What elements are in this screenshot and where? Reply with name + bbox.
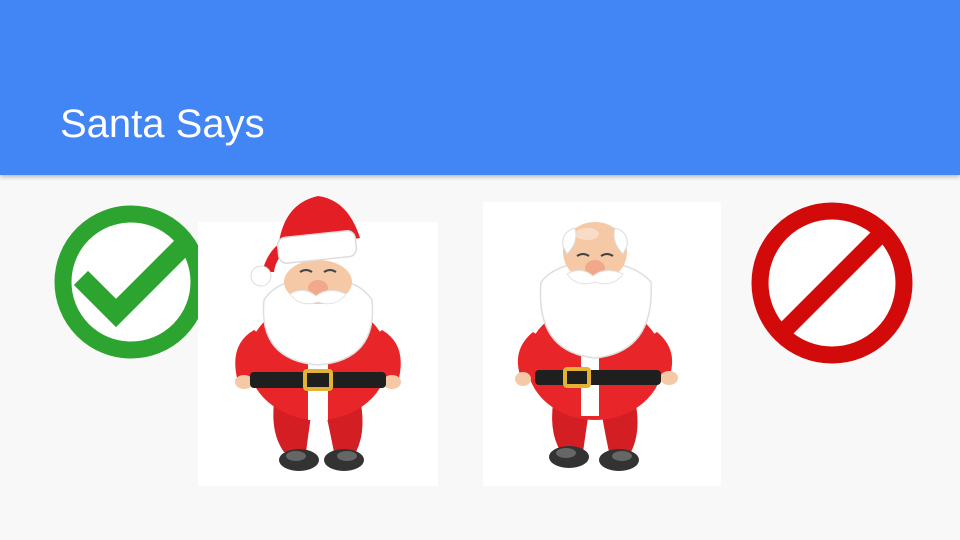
slide-header: Santa Says [0, 0, 960, 175]
slide-title: Santa Says [60, 102, 265, 146]
santa-with-hat-image [235, 196, 401, 471]
santa-face [539, 222, 652, 359]
check-icon [54, 205, 208, 359]
santa-without-hat-image [515, 222, 678, 471]
santa-face [262, 260, 374, 366]
prohibited-icon [751, 202, 913, 364]
